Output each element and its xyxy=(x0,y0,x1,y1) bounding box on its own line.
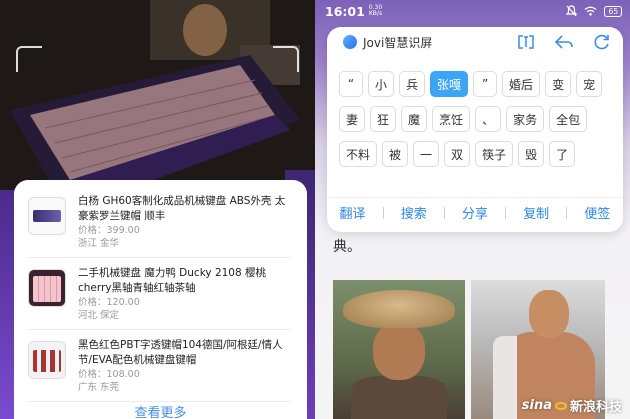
scan-frame-corner-top-right xyxy=(273,46,299,72)
refresh-icon xyxy=(594,34,609,50)
copy-button[interactable]: 复制 xyxy=(523,203,549,222)
scan-frame-corner-top-left xyxy=(16,46,42,72)
token-row: 妻 狂 魔 烹饪 、 家务 全包 xyxy=(339,106,621,132)
sina-eye-icon xyxy=(554,401,567,410)
refresh-button[interactable] xyxy=(591,31,613,53)
jovi-smart-screen-card: Jovi智慧识屏 “ 小 兵 张嘎 ” 婚后 变 宠 妻 狂 魔 烹饪 、 家务… xyxy=(327,27,623,232)
note-button[interactable]: 便签 xyxy=(584,203,610,222)
price-label: 价格： xyxy=(78,225,107,236)
result-location: 河北 保定 xyxy=(78,310,120,321)
word-token[interactable]: 狂 xyxy=(370,106,397,132)
watermark-text: 新浪科技 xyxy=(569,400,622,415)
word-token[interactable]: 小 xyxy=(368,71,395,97)
search-button[interactable]: 搜索 xyxy=(401,203,427,222)
result-info: 黑色红色PBT字透键帽104德国/阿根廷/情人节/EVA配色机械键盘键帽 价格：… xyxy=(78,338,291,394)
token-row: 不料 被 一 双 筷子 毁 了 xyxy=(339,141,621,167)
text-select-mode-button[interactable] xyxy=(515,31,537,53)
status-bar: 16:01 0.30 KB/s 65 xyxy=(315,0,630,22)
word-token[interactable]: 不料 xyxy=(339,141,378,167)
jovi-header: Jovi智慧识屏 xyxy=(327,27,623,57)
price-label: 价格： xyxy=(78,297,107,308)
word-token[interactable]: 宠 xyxy=(576,71,603,97)
result-item[interactable]: 黑色红色PBT字透键帽104德国/阿根廷/情人节/EVA配色机械键盘键帽 价格：… xyxy=(28,330,291,402)
network-speed-unit: KB/s xyxy=(368,10,383,17)
word-token-selected[interactable]: 张嘎 xyxy=(430,71,469,97)
word-token[interactable]: 兵 xyxy=(399,71,426,97)
word-token[interactable]: 婚后 xyxy=(502,71,541,97)
word-token[interactable]: ” xyxy=(473,71,498,97)
see-more-link[interactable]: 查看更多 xyxy=(14,402,307,419)
price-value: 108.00 xyxy=(106,369,140,380)
shopping-results-card: 白杨 GH60客制化成品机械键盘 ABS外壳 太豪紫罗兰键帽 顺丰 价格：399… xyxy=(14,180,307,419)
text-select-icon xyxy=(518,35,534,49)
word-token[interactable]: 毁 xyxy=(518,141,545,167)
word-token[interactable]: 家务 xyxy=(506,106,545,132)
sina-tech-watermark: sina 新浪科技 xyxy=(522,396,622,415)
network-speed: 0.30 KB/s xyxy=(369,5,382,17)
action-divider xyxy=(566,206,568,219)
word-token[interactable]: 妻 xyxy=(339,106,366,132)
mute-bell-icon xyxy=(566,5,578,17)
status-time: 16:01 xyxy=(325,3,365,19)
jovi-screen-panel: 16:01 0.30 KB/s 65 典。 sina 新浪科技 Jovi智慧识屏… xyxy=(315,0,630,419)
word-token[interactable]: 全包 xyxy=(549,106,588,132)
result-item[interactable]: 二手机械键盘 魔力鸭 Ducky 2108 樱桃cherry黑轴青轴红轴茶轴 价… xyxy=(28,258,291,330)
word-token[interactable]: 变 xyxy=(545,71,572,97)
word-token[interactable]: 被 xyxy=(382,141,409,167)
action-divider xyxy=(382,206,384,219)
token-row: “ 小 兵 张嘎 ” 婚后 变 宠 xyxy=(339,71,621,97)
keyboard-thumb-purple xyxy=(28,197,66,235)
result-location: 浙江 金华 xyxy=(78,238,120,249)
jovi-logo-icon xyxy=(343,35,357,49)
action-bar: 翻译 搜索 分享 复制 便签 xyxy=(327,197,623,227)
battery-icon: 65 xyxy=(604,5,622,17)
action-divider xyxy=(505,206,507,219)
result-title: 黑色红色PBT字透键帽104德国/阿根廷/情人节/EVA配色机械键盘键帽 xyxy=(78,339,283,366)
back-button[interactable] xyxy=(553,31,575,53)
word-token[interactable]: 一 xyxy=(413,141,440,167)
keycap-thumb-red xyxy=(28,341,66,379)
word-segment-grid: “ 小 兵 张嘎 ” 婚后 变 宠 妻 狂 魔 烹饪 、 家务 全包 不料 被 xyxy=(339,71,621,176)
result-price: 价格：120.00 xyxy=(78,296,291,309)
word-token[interactable]: 烹饪 xyxy=(432,106,471,132)
camera-scan-panel: 白杨 GH60客制化成品机械键盘 ABS外壳 太豪紫罗兰键帽 顺丰 价格：399… xyxy=(0,0,315,419)
price-value: 120.00 xyxy=(106,297,140,308)
article-text: 典。 xyxy=(333,239,361,255)
keyboard-thumb-pink xyxy=(28,269,66,307)
word-token[interactable]: “ xyxy=(339,71,363,97)
word-token[interactable]: 筷子 xyxy=(475,141,514,167)
word-token[interactable]: 双 xyxy=(444,141,471,167)
result-info: 二手机械键盘 魔力鸭 Ducky 2108 樱桃cherry黑轴青轴红轴茶轴 价… xyxy=(78,266,291,322)
price-value: 399.00 xyxy=(106,225,140,236)
result-title: 白杨 GH60客制化成品机械键盘 ABS外壳 太豪紫罗兰键帽 顺丰 xyxy=(78,195,286,222)
price-label: 价格： xyxy=(78,369,107,380)
word-token[interactable]: 魔 xyxy=(401,106,428,132)
result-price: 价格：108.00 xyxy=(78,368,291,381)
word-token[interactable]: 、 xyxy=(475,106,502,132)
result-location: 广东 东莞 xyxy=(78,382,120,393)
result-price: 价格：399.00 xyxy=(78,224,291,237)
back-arrow-icon xyxy=(554,35,573,49)
result-info: 白杨 GH60客制化成品机械键盘 ABS外壳 太豪紫罗兰键帽 顺丰 价格：399… xyxy=(78,194,291,250)
word-token[interactable]: 了 xyxy=(549,141,576,167)
sina-logo: sina xyxy=(521,398,552,413)
action-divider xyxy=(443,206,445,219)
boy-straw-hat-photo xyxy=(333,280,465,419)
translate-button[interactable]: 翻译 xyxy=(340,203,366,222)
jovi-title: Jovi智慧识屏 xyxy=(363,35,433,50)
wifi-icon xyxy=(585,6,597,16)
share-button[interactable]: 分享 xyxy=(462,203,488,222)
result-item[interactable]: 白杨 GH60客制化成品机械键盘 ABS外壳 太豪紫罗兰键帽 顺丰 价格：399… xyxy=(28,186,291,258)
result-title: 二手机械键盘 魔力鸭 Ducky 2108 樱桃cherry黑轴青轴红轴茶轴 xyxy=(78,267,267,294)
